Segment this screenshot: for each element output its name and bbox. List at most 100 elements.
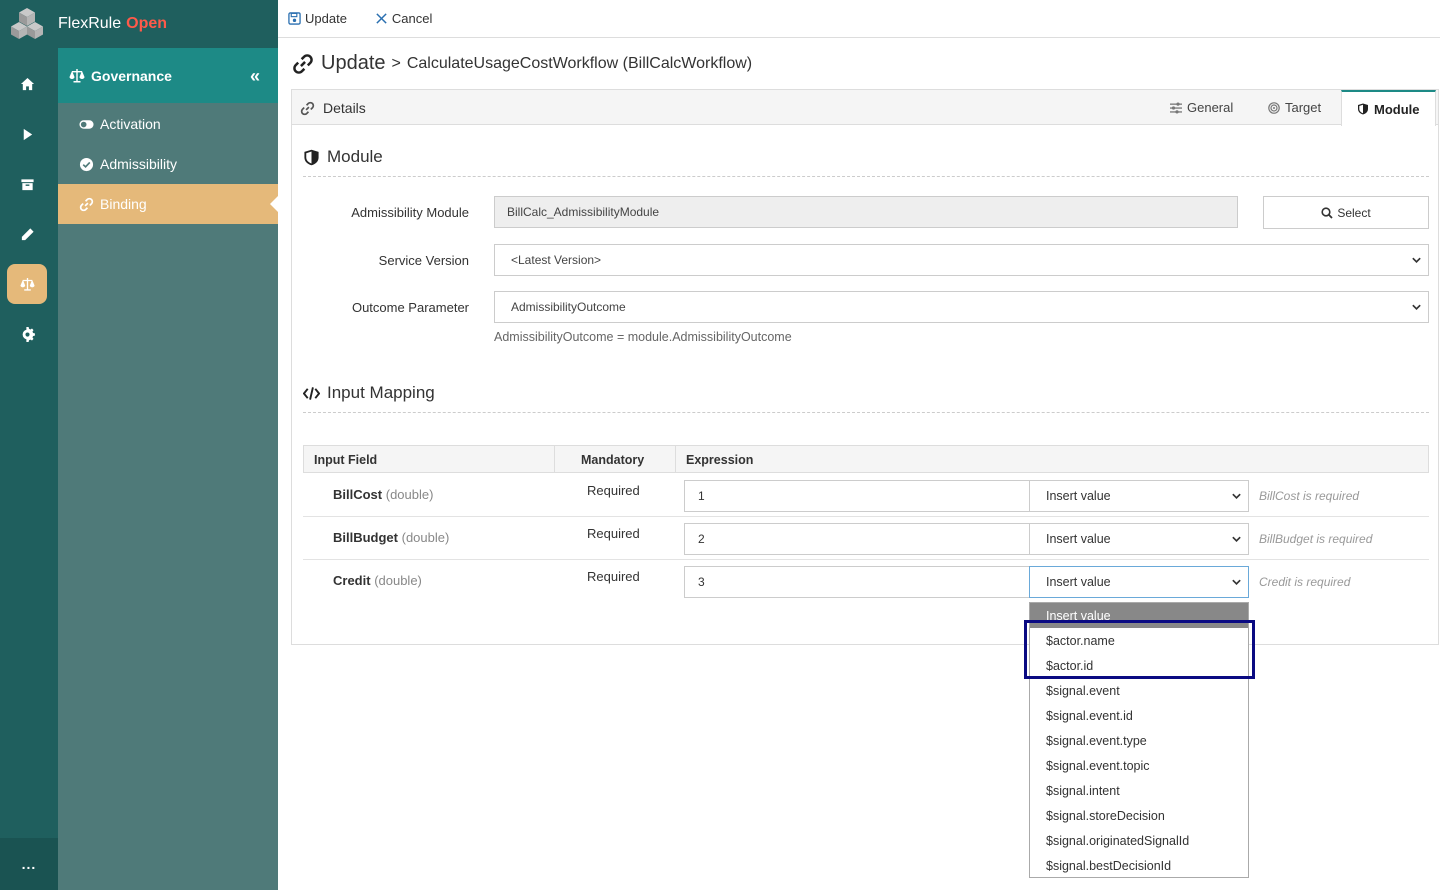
input-field-name: BillBudget (double) bbox=[333, 530, 449, 545]
logo-cubes-icon bbox=[11, 8, 43, 39]
select-module-button[interactable]: Select bbox=[1263, 196, 1429, 229]
column-header-expression: Expression bbox=[686, 453, 754, 467]
outcome-parameter-select[interactable]: AdmissibilityOutcome bbox=[494, 291, 1429, 323]
link-icon bbox=[293, 53, 313, 74]
section-divider bbox=[303, 176, 1429, 177]
archive-icon[interactable] bbox=[7, 164, 47, 204]
code-icon bbox=[303, 386, 320, 400]
page-title-separator: > bbox=[391, 54, 401, 72]
insert-value-text: Insert value bbox=[1046, 575, 1111, 589]
outcome-hint: AdmissibilityOutcome = module.Admissibil… bbox=[494, 330, 792, 344]
dropdown-option[interactable]: $signal.intent bbox=[1030, 778, 1248, 803]
dropdown-option[interactable]: $signal.event.topic bbox=[1030, 753, 1248, 778]
pencil-icon[interactable] bbox=[7, 214, 47, 254]
collapse-sidebar-button[interactable]: « bbox=[250, 66, 260, 87]
admissibility-module-field: BillCalc_AdmissibilityModule bbox=[494, 196, 1238, 228]
tab-target[interactable]: Target bbox=[1268, 90, 1321, 125]
insert-value-select[interactable]: Insert value bbox=[1029, 566, 1249, 598]
input-field-name: BillCost (double) bbox=[333, 487, 433, 502]
search-icon bbox=[1321, 206, 1333, 219]
expression-input[interactable]: 1 bbox=[684, 480, 1030, 512]
table-row: BillBudget (double) Required 2 Insert va… bbox=[303, 517, 1429, 560]
mapping-table-header: Input Field Mandatory Expression bbox=[303, 445, 1429, 473]
subnav-item-label: Admissibility bbox=[100, 156, 178, 172]
mandatory-value: Required bbox=[587, 483, 640, 498]
check-circle-icon bbox=[79, 157, 94, 171]
page-title: Update > CalculateUsageCostWorkflow (Bil… bbox=[292, 52, 752, 75]
field-type: (double) bbox=[401, 530, 450, 545]
tab-general[interactable]: General bbox=[1170, 90, 1233, 125]
insert-value-select[interactable]: Insert value bbox=[1029, 523, 1249, 555]
dropdown-option[interactable]: $signal.originatedSignalId bbox=[1030, 828, 1248, 853]
subnav-item-activation[interactable]: Activation bbox=[58, 104, 278, 144]
dropdown-option[interactable]: $signal.event.type bbox=[1030, 728, 1248, 753]
sliders-icon bbox=[1170, 102, 1182, 113]
cancel-button[interactable]: Cancel bbox=[375, 11, 432, 26]
chevron-down-icon bbox=[1232, 493, 1241, 500]
input-field-name: Credit (double) bbox=[333, 573, 422, 588]
gear-icon[interactable] bbox=[7, 314, 47, 354]
module-section-title-text: Module bbox=[327, 147, 383, 166]
outcome-parameter-label: Outcome Parameter bbox=[351, 300, 469, 315]
chevron-down-icon bbox=[1232, 579, 1241, 586]
table-row: BillCost (double) Required 1 Insert valu… bbox=[303, 474, 1429, 517]
column-separator bbox=[554, 446, 555, 472]
expression-input[interactable]: 3 bbox=[684, 566, 1030, 598]
expression-input[interactable]: 2 bbox=[684, 523, 1030, 555]
service-version-value: <Latest Version> bbox=[511, 253, 602, 267]
dropdown-option[interactable]: $signal.event.id bbox=[1030, 703, 1248, 728]
dropdown-option[interactable]: $signal.event bbox=[1030, 678, 1248, 703]
page-title-action: Update bbox=[321, 52, 386, 74]
target-icon bbox=[1268, 101, 1280, 114]
validation-message: Credit is required bbox=[1259, 575, 1351, 589]
play-icon[interactable] bbox=[7, 114, 47, 154]
mandatory-value: Required bbox=[587, 526, 640, 541]
field-name: BillBudget bbox=[333, 530, 398, 545]
icon-rail: ... bbox=[0, 0, 58, 890]
tab-label: General bbox=[1187, 100, 1234, 115]
brand-name: FlexRule bbox=[58, 15, 122, 32]
select-label: Select bbox=[1337, 205, 1371, 220]
field-type: (double) bbox=[385, 487, 434, 502]
dropdown-option[interactable]: $signal.bestDecisionId bbox=[1030, 853, 1248, 878]
table-row: Credit (double) Required 3 Insert value … bbox=[303, 560, 1429, 603]
section-divider bbox=[303, 412, 1429, 413]
input-mapping-title-text: Input Mapping bbox=[327, 383, 435, 402]
service-version-select[interactable]: <Latest Version> bbox=[494, 244, 1429, 276]
sub-navigation: Governance « Activation Admissibility Bi… bbox=[58, 48, 278, 890]
chevron-down-icon bbox=[1232, 536, 1241, 543]
subnav-item-label: Activation bbox=[100, 116, 161, 132]
scale-icon bbox=[69, 68, 85, 82]
toolbar: Update Cancel bbox=[278, 0, 1440, 38]
module-section-title: Module bbox=[303, 147, 383, 167]
admissibility-module-label: Admissibility Module bbox=[351, 205, 469, 220]
link-icon bbox=[300, 101, 315, 115]
more-button[interactable]: ... bbox=[0, 838, 58, 890]
save-icon bbox=[288, 12, 301, 25]
tab-module[interactable]: Module bbox=[1341, 90, 1436, 126]
field-name: Credit bbox=[333, 573, 371, 588]
subnav-item-admissibility[interactable]: Admissibility bbox=[58, 144, 278, 184]
home-icon[interactable] bbox=[7, 64, 47, 104]
column-header-input-field: Input Field bbox=[314, 453, 378, 467]
chevron-down-icon bbox=[1412, 257, 1421, 264]
field-name: BillCost bbox=[333, 487, 383, 502]
page-title-name: CalculateUsageCostWorkflow (BillCalcWork… bbox=[406, 54, 753, 72]
scale-icon[interactable] bbox=[7, 264, 47, 304]
insert-value-select[interactable]: Insert value bbox=[1029, 480, 1249, 512]
column-separator bbox=[675, 446, 676, 472]
shield-icon bbox=[304, 149, 319, 165]
subnav-header: Governance « bbox=[58, 48, 278, 103]
outcome-parameter-value: AdmissibilityOutcome bbox=[511, 300, 626, 314]
subnav-item-binding[interactable]: Binding bbox=[58, 184, 278, 224]
tab-label: Module bbox=[1374, 101, 1420, 117]
column-header-mandatory: Mandatory bbox=[581, 453, 645, 467]
tab-label: Target bbox=[1285, 100, 1322, 115]
validation-message: BillBudget is required bbox=[1259, 532, 1373, 546]
update-button[interactable]: Update bbox=[288, 11, 347, 26]
service-version-label: Service Version bbox=[378, 253, 469, 268]
dropdown-option[interactable]: $signal.storeDecision bbox=[1030, 803, 1248, 828]
insert-value-text: Insert value bbox=[1046, 489, 1111, 503]
close-icon bbox=[376, 13, 387, 24]
subnav-title: Governance bbox=[91, 67, 172, 84]
